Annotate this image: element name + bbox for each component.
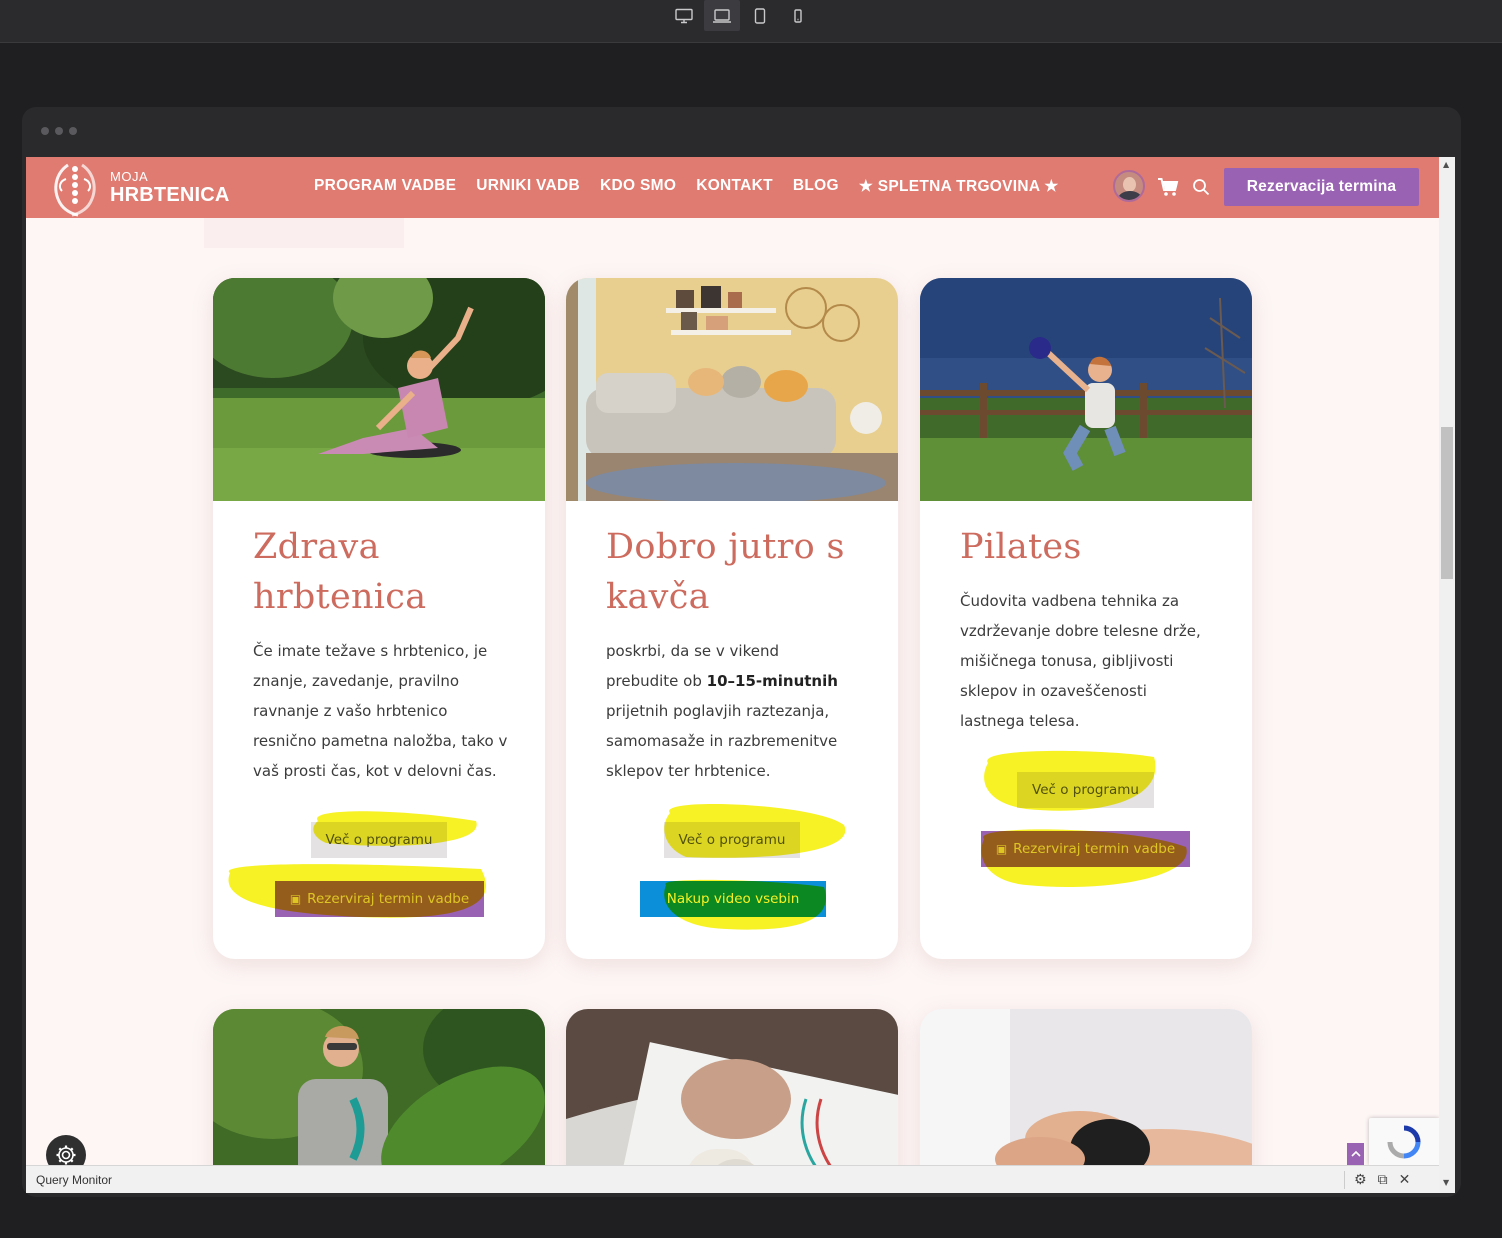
window-dots <box>41 127 77 135</box>
reserve-session-button[interactable]: ▣ Rezerviraj termin vadbe <box>275 881 484 917</box>
query-monitor-bar: Query Monitor ⚙ ⧉ ✕ <box>26 1165 1439 1193</box>
card-title-line1: Zdrava <box>253 527 380 567</box>
more-about-program-button[interactable]: Več o programu <box>311 822 447 858</box>
scroll-thumb[interactable] <box>1441 427 1453 579</box>
site-logo[interactable]: MOJA HRBTENICA <box>48 159 230 217</box>
reserve-session-button[interactable]: ▣ Rezerviraj termin vadbe <box>981 831 1190 867</box>
nav-program-vadbe[interactable]: PROGRAM VADBE <box>314 177 456 196</box>
qm-popout-icon[interactable]: ⧉ <box>1378 1172 1388 1188</box>
reserve-session-label: Rezerviraj termin vadbe <box>1013 841 1176 857</box>
settings-button[interactable] <box>46 1135 86 1165</box>
tablet-icon <box>754 7 766 24</box>
card-image-vineyard <box>213 1009 545 1165</box>
faded-tab <box>204 218 404 248</box>
card-description: poskrbi, da se v vikend prebudite ob 10–… <box>606 636 856 786</box>
logo-big-text: HRBTENICA <box>110 184 230 206</box>
user-avatar[interactable] <box>1113 170 1145 202</box>
scroll-down-arrow[interactable]: ▼ <box>1443 1179 1451 1187</box>
back-to-top-button[interactable] <box>1347 1143 1364 1165</box>
chevron-up-icon <box>1350 1150 1361 1157</box>
card-title-line2: kavča <box>606 577 710 617</box>
qm-close-icon[interactable]: ✕ <box>1399 1172 1411 1188</box>
gear-icon <box>56 1145 76 1165</box>
recaptcha-badge[interactable] <box>1369 1118 1439 1165</box>
card-description-part: prijetnih poglavjih raztezanja, samomasa… <box>606 702 838 780</box>
query-monitor-label[interactable]: Query Monitor <box>36 1173 112 1187</box>
logo-small-text: MOJA <box>110 169 149 184</box>
card-title-line1: Dobro jutro s <box>606 527 845 567</box>
tablet-view-button[interactable] <box>742 0 778 31</box>
program-card-row2-3 <box>920 1009 1252 1165</box>
mobile-icon <box>794 8 802 23</box>
buy-video-content-button[interactable]: Nakup video vsebin <box>640 881 826 917</box>
card-image-pilates-field <box>920 278 1252 501</box>
reserve-session-label: Rezerviraj termin vadbe <box>307 891 470 907</box>
recaptcha-icon <box>1387 1125 1421 1159</box>
nav-kdo-smo[interactable]: KDO SMO <box>600 177 676 196</box>
program-card-dobro-jutro: Dobro jutro s kavča poskrbi, da se v vik… <box>566 278 898 959</box>
card-description: Če imate težave s hrbtenico, je znanje, … <box>253 642 508 780</box>
site-viewport: MOJA HRBTENICA PROGRAM VADBE URNIKI VADB… <box>26 157 1439 1165</box>
program-card-row2-2 <box>566 1009 898 1165</box>
more-about-program-button[interactable]: Več o programu <box>1017 772 1154 808</box>
desktop-icon <box>675 8 693 23</box>
nav-urniki-vadb[interactable]: URNIKI VADB <box>476 177 580 196</box>
site-header: MOJA HRBTENICA PROGRAM VADBE URNIKI VADB… <box>26 157 1439 218</box>
book-appointment-button[interactable]: Rezervacija termina <box>1224 168 1419 206</box>
cart-icon[interactable] <box>1157 177 1179 197</box>
main-nav: PROGRAM VADBE URNIKI VADB KDO SMO KONTAK… <box>314 177 1059 196</box>
spine-logo-icon <box>54 163 96 217</box>
search-icon[interactable] <box>1192 178 1210 196</box>
vertical-scrollbar[interactable]: ▲ ▼ <box>1439 157 1455 1193</box>
laptop-icon <box>713 8 731 23</box>
card-image-living-room <box>566 278 898 501</box>
program-card-zdrava-hrbtenica: Zdrava hrbtenica Če imate težave s hrbte… <box>213 278 545 959</box>
device-toolbar <box>0 0 1502 43</box>
scroll-up-arrow[interactable]: ▲ <box>1443 161 1451 169</box>
calendar-icon: ▣ <box>289 892 302 906</box>
program-card-row2-1 <box>213 1009 545 1165</box>
card-image-knee-therapy <box>920 1009 1252 1165</box>
card-image-yoga-park <box>213 278 545 501</box>
card-image-spinal-mouse <box>566 1009 898 1165</box>
card-title: Pilates <box>960 527 1082 567</box>
laptop-view-button[interactable] <box>704 0 740 31</box>
more-about-program-button[interactable]: Več o programu <box>664 822 800 858</box>
calendar-icon: ▣ <box>995 842 1008 856</box>
program-card-pilates: Pilates Čudovita vadbena tehnika za vzdr… <box>920 278 1252 959</box>
nav-spletna-trgovina[interactable]: ★ SPLETNA TRGOVINA ★ <box>859 177 1059 196</box>
mobile-view-button[interactable] <box>780 0 816 31</box>
nav-kontakt[interactable]: KONTAKT <box>696 177 773 196</box>
qm-settings-icon[interactable]: ⚙ <box>1354 1172 1367 1188</box>
desktop-view-button[interactable] <box>666 0 702 31</box>
card-description: Čudovita vadbena tehnika za vzdrževanje … <box>960 592 1201 730</box>
nav-blog[interactable]: BLOG <box>793 177 839 196</box>
card-title-line2: hrbtenica <box>253 577 427 617</box>
card-description-bold: 10–15-minutnih <box>706 672 838 690</box>
